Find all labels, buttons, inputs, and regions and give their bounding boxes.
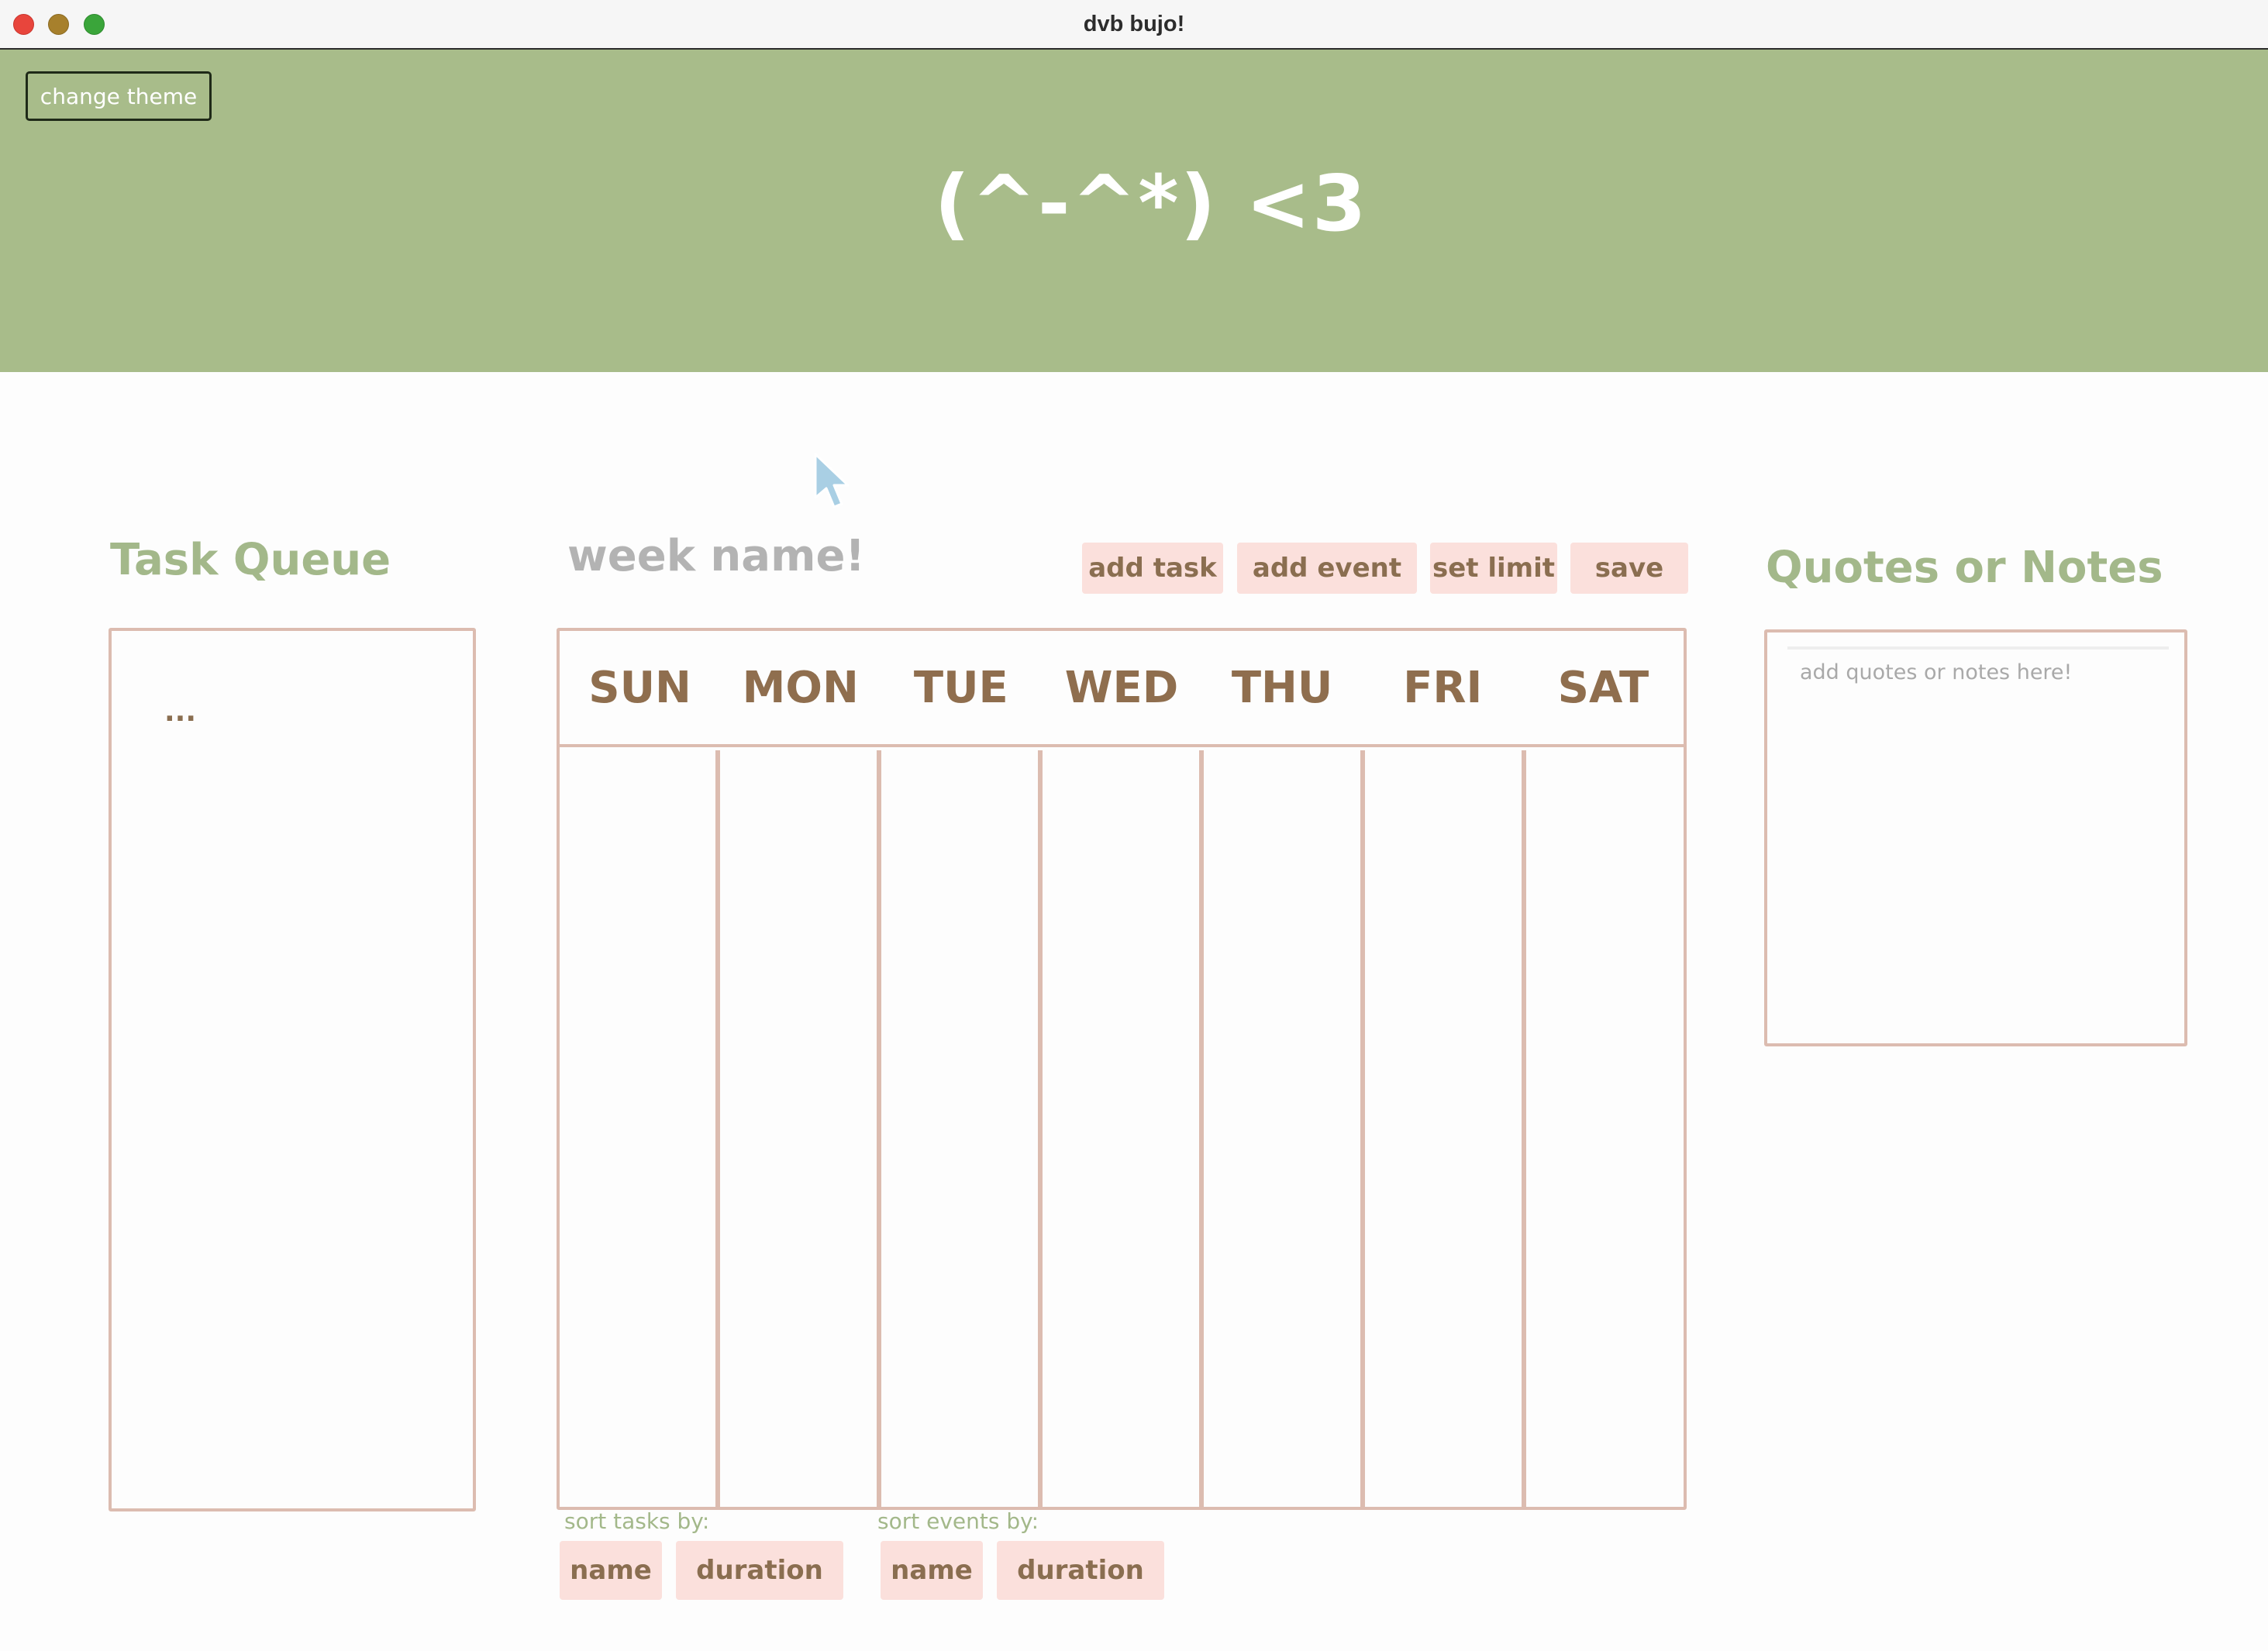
day-column-sun[interactable] (560, 750, 720, 1507)
week-grid: SUN MON TUE WED THU FRI SAT (557, 628, 1687, 1510)
sort-events-duration-button[interactable]: duration (997, 1541, 1164, 1600)
week-name-input[interactable]: week name! (567, 531, 865, 581)
add-event-button[interactable]: add event (1237, 543, 1417, 594)
day-column-sat[interactable] (1526, 750, 1684, 1507)
day-header-sun: SUN (588, 662, 691, 713)
day-header-row: SUN MON TUE WED THU FRI SAT (560, 631, 1684, 747)
sort-tasks-duration-button[interactable]: duration (676, 1541, 843, 1600)
header-banner: change theme (^-^*) <3 (0, 50, 2268, 372)
change-theme-button[interactable]: change theme (26, 71, 212, 121)
task-queue-title: Task Queue (110, 535, 391, 585)
sort-events-label: sort events by: (877, 1508, 1039, 1534)
day-header-wed: WED (1064, 662, 1179, 713)
day-column-fri[interactable] (1365, 750, 1526, 1507)
day-header-tue: TUE (913, 662, 1008, 713)
save-button[interactable]: save (1570, 543, 1688, 594)
app-window: dvb bujo! change theme (^-^*) <3 Task Qu… (0, 0, 2268, 1651)
notes-divider (1787, 646, 2169, 650)
add-task-button[interactable]: add task (1082, 543, 1223, 594)
title-bar: dvb bujo! (0, 0, 2268, 50)
day-header-mon: MON (742, 662, 859, 713)
header-kaomoji: (^-^*) <3 (934, 158, 1368, 249)
task-queue-item[interactable]: ... (164, 696, 196, 728)
notes-textarea[interactable]: add quotes or notes here! (1764, 629, 2187, 1046)
day-column-tue[interactable] (881, 750, 1043, 1507)
day-column-thu[interactable] (1204, 750, 1365, 1507)
sort-events-name-button[interactable]: name (881, 1541, 983, 1600)
mouse-cursor-icon (814, 453, 850, 508)
day-header-sat: SAT (1557, 662, 1649, 713)
task-queue-panel[interactable]: ... (109, 628, 476, 1511)
notes-placeholder: add quotes or notes here! (1800, 660, 2073, 684)
sort-tasks-name-button[interactable]: name (560, 1541, 662, 1600)
set-limit-button[interactable]: set limit (1430, 543, 1557, 594)
day-header-fri: FRI (1403, 662, 1483, 713)
window-title: dvb bujo! (1083, 12, 1185, 36)
notes-title: Quotes or Notes (1766, 543, 2163, 593)
sort-tasks-label: sort tasks by: (564, 1508, 710, 1534)
day-column-mon[interactable] (720, 750, 881, 1507)
day-column-wed[interactable] (1043, 750, 1204, 1507)
day-header-thu: THU (1231, 662, 1333, 713)
